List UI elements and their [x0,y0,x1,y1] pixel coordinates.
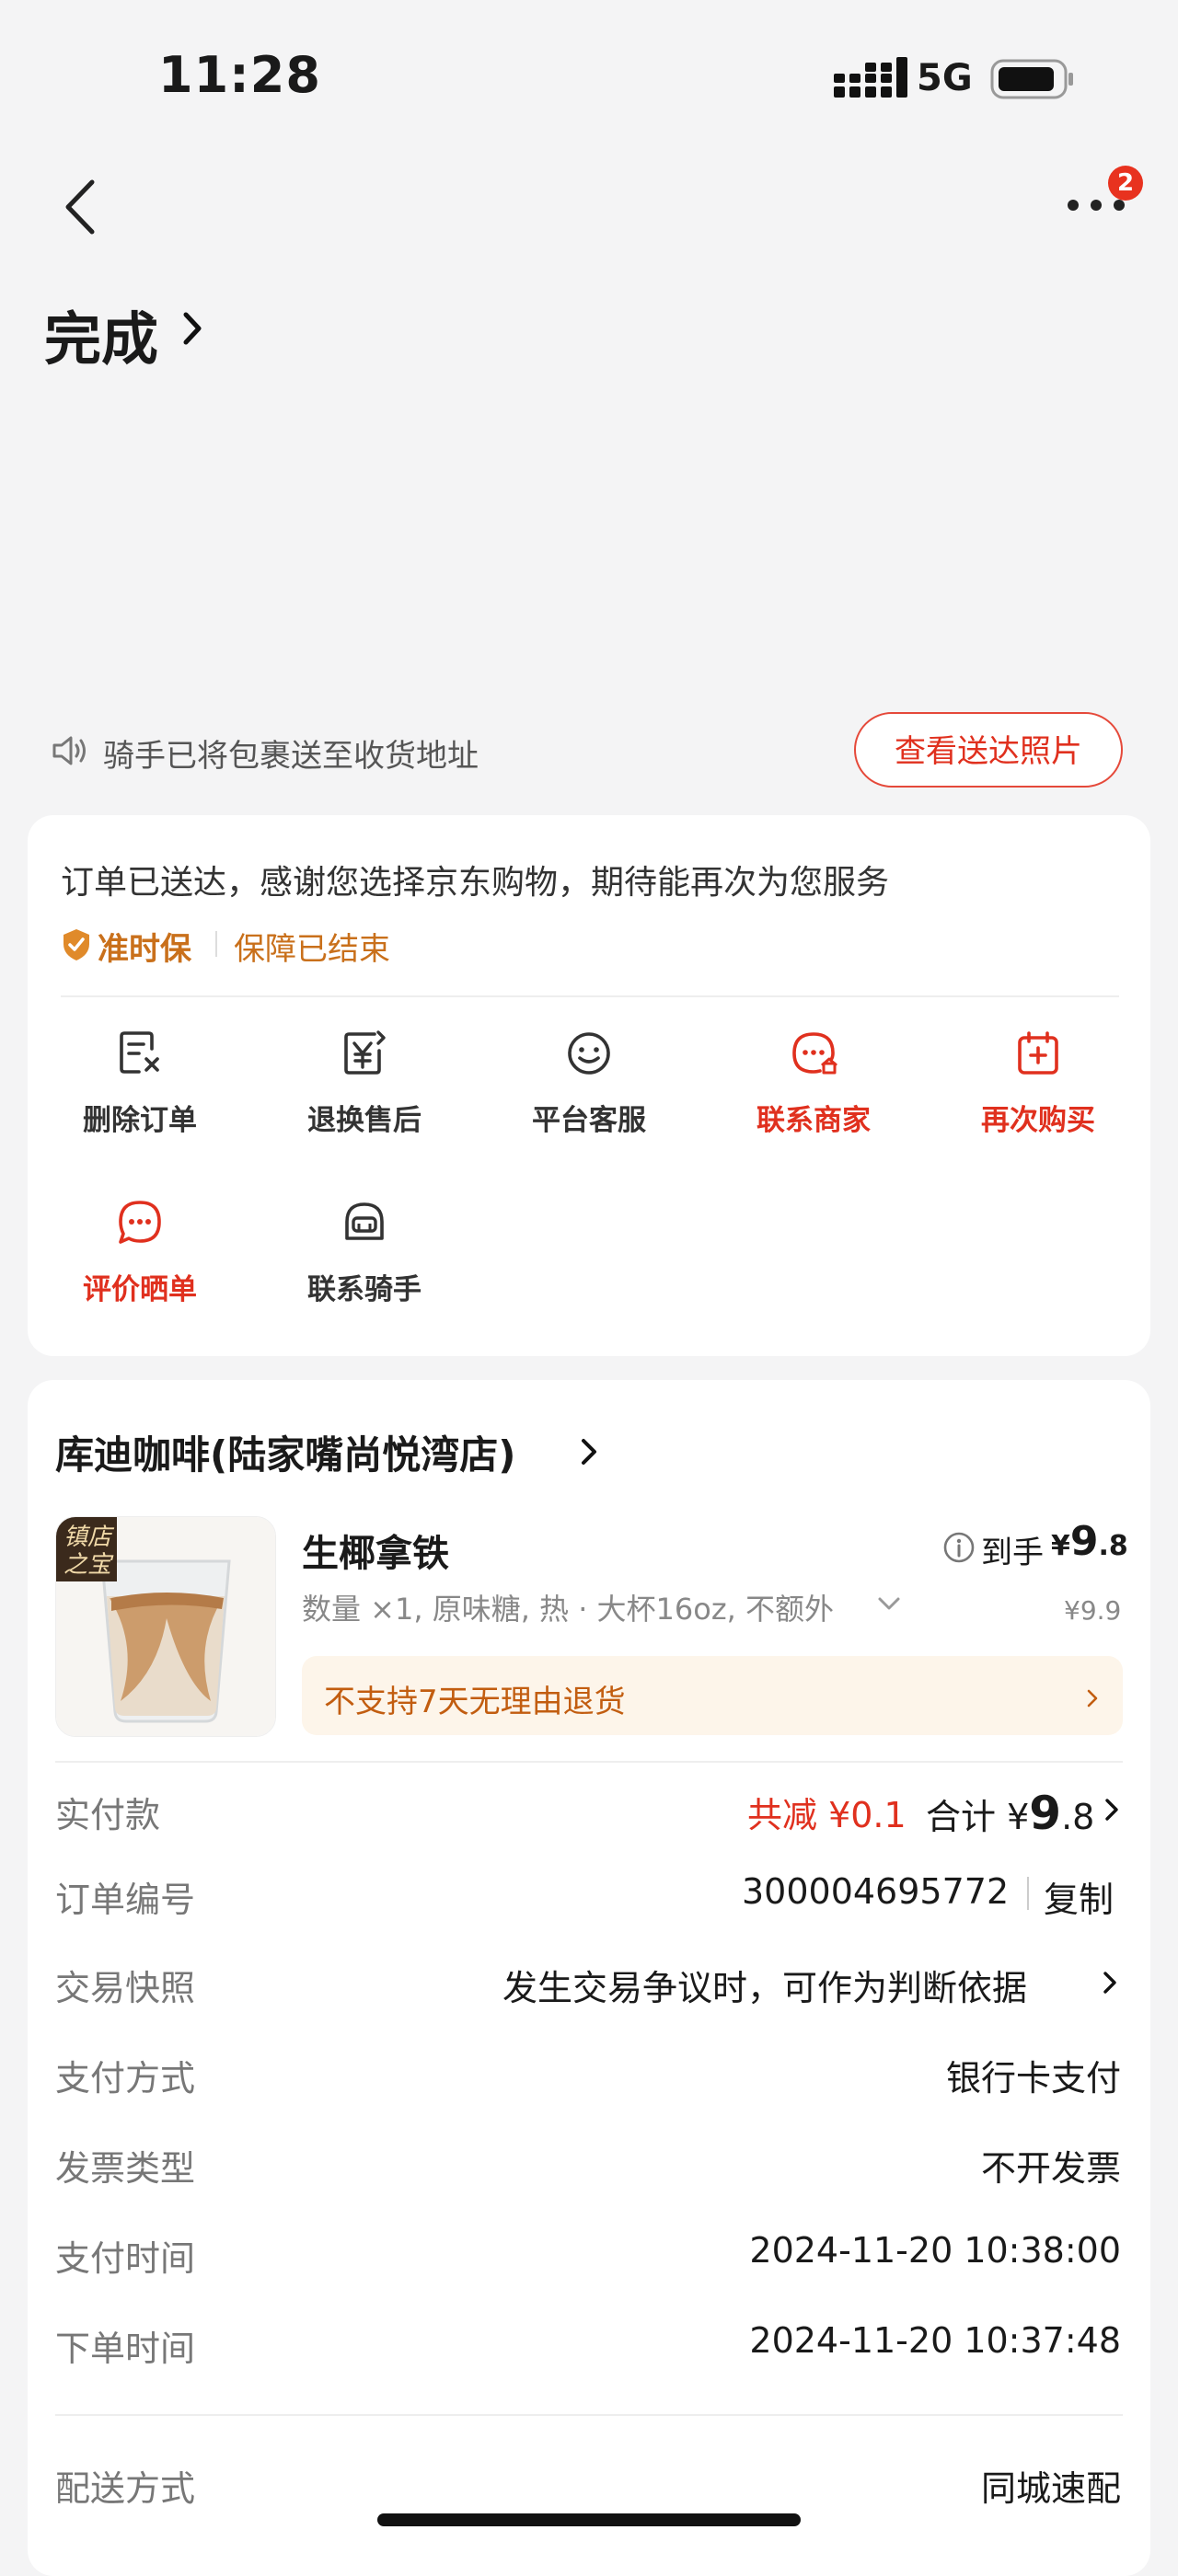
buy-again-icon [1018,1031,1058,1075]
network-label: 5G [917,57,973,99]
chevron-right-icon[interactable] [180,307,204,350]
original-price: ¥9.9 [1064,1595,1122,1626]
final-price-label: 到手 [981,1535,1044,1571]
info-icon[interactable] [942,1531,976,1564]
action-review[interactable]: 评价晒单 [48,1198,232,1307]
customer-service-icon [568,1032,610,1075]
product-image[interactable]: 镇店 之宝 [55,1516,276,1737]
snapshot-label: 交易快照 [55,1968,196,2008]
order-time-label: 下单时间 [55,2329,196,2369]
order-time: 2024-11-20 10:37:48 [749,2320,1121,2361]
order-number: 300004695772 [742,1871,1010,1912]
chevron-right-icon[interactable] [1103,1969,1117,1996]
action-contact-rider[interactable]: 联系骑手 [272,1198,456,1307]
product-name[interactable]: 生椰拿铁 [302,1524,449,1577]
chevron-right-icon[interactable] [1104,1796,1119,1823]
delivery-method-label: 配送方式 [55,2468,196,2509]
action-buy-again[interactable]: 再次购买 [946,1029,1130,1138]
action-customer-service[interactable]: 平台客服 [497,1029,681,1138]
discount-amount: 共减 ¥0.1 [747,1795,907,1835]
action-refund-aftersale[interactable]: 退换售后 [272,1029,456,1138]
latte-cup-illustration: 镇店 之宝 [56,1517,275,1736]
total-amount[interactable]: 合计 ¥9.8 [926,1787,1094,1840]
speaker-icon [52,736,86,765]
refund-policy-text: 不支持7天无理由退货 [324,1684,626,1720]
home-indicator[interactable] [377,2513,801,2526]
chevron-down-icon[interactable] [876,1593,902,1614]
divider [1027,1877,1029,1910]
notification-badge: 2 [1108,166,1143,201]
svg-text:之宝: 之宝 [64,1551,114,1579]
rider-notice: 骑手已将包裹送至收货地址 [103,738,479,775]
delete-order-icon [120,1031,159,1074]
order-status-title[interactable]: 完成 [44,293,158,375]
shop-name[interactable]: 库迪咖啡(陆家嘴尚悦湾店) [55,1424,515,1480]
back-arrow-icon[interactable] [59,177,103,237]
invoice-type-label: 发票类型 [55,2148,196,2189]
divider [61,995,1119,997]
signal-icon [834,57,907,98]
snapshot-link[interactable]: 发生交易争议时，可作为判断依据 [502,1960,1027,2010]
invoice-type: 不开发票 [980,2148,1121,2189]
action-contact-merchant[interactable]: 联系商家 [722,1029,906,1138]
rider-helmet-icon [345,1202,384,1240]
copy-order-number-button[interactable]: 复制 [1044,1871,1114,1922]
guarantee-status: 保障已结束 [234,931,390,968]
payment-method-label: 支付方式 [55,2058,196,2099]
battery-icon [990,59,1073,99]
svg-text:镇店: 镇店 [64,1524,115,1551]
product-spec: 数量 ×1, 原味糖, 热 · 大杯16oz, 不额外 [302,1592,834,1627]
divider [55,2414,1123,2416]
shield-check-icon [64,929,89,960]
payment-time: 2024-11-20 10:38:00 [749,2230,1121,2271]
divider [215,931,217,957]
view-delivery-photo-button[interactable]: 查看送达照片 [854,712,1123,788]
thanks-message: 订单已送达，感谢您选择京东购物，期待能再次为您服务 [61,864,890,902]
action-delete-order[interactable]: 删除订单 [48,1029,232,1138]
order-number-label: 订单编号 [55,1880,196,1920]
paid-amount-label: 实付款 [55,1795,161,1835]
divider [55,1761,1123,1763]
ontime-guarantee-label: 准时保 [98,931,191,968]
final-price: ¥9.8 [1051,1518,1128,1565]
status-time: 11:28 [158,46,321,104]
payment-method: 银行卡支付 [945,2058,1121,2099]
delivery-method: 同城速配 [980,2468,1121,2509]
payment-time-label: 支付时间 [55,2238,196,2279]
refund-icon [344,1030,386,1075]
chevron-right-icon[interactable] [580,1435,598,1468]
review-icon [119,1201,161,1244]
chevron-right-icon [1087,1689,1098,1708]
contact-merchant-icon [792,1032,837,1075]
